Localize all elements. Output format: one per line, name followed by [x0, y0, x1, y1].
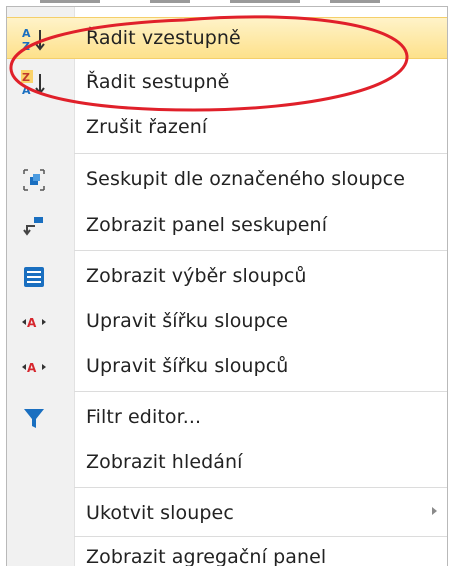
menu-item-label: Upravit šířku sloupců	[86, 355, 289, 377]
menu-separator	[74, 487, 447, 488]
svg-text:A: A	[27, 361, 37, 375]
filter-icon	[21, 405, 47, 431]
menu-item-filter-editor[interactable]: Filtr editor...	[7, 397, 447, 439]
menu-item-column-chooser[interactable]: Zobrazit výběr sloupců	[7, 256, 447, 298]
svg-text:Z: Z	[22, 40, 30, 52]
best-fit-columns-icon: A	[21, 354, 47, 380]
screen: A Z Řadit vzestupně Z A Řadit sestupně Z…	[0, 0, 457, 566]
menu-item-label: Filtr editor...	[86, 406, 202, 428]
menu-item-best-fit-column[interactable]: A Upravit šířku sloupce	[7, 301, 447, 343]
menu-item-show-group-panel[interactable]: Zobrazit panel seskupení	[7, 205, 447, 247]
menu-item-clear-sort[interactable]: Zrušit řazení	[7, 107, 447, 149]
column-chooser-icon	[21, 264, 47, 290]
svg-text:Z: Z	[22, 71, 30, 84]
svg-text:A: A	[22, 84, 31, 96]
group-panel-icon	[21, 213, 47, 239]
menu-item-group-by-column[interactable]: Seskupit dle označeného sloupce	[7, 159, 447, 201]
menu-item-label: Zobrazit výběr sloupců	[86, 265, 307, 287]
context-menu: A Z Řadit vzestupně Z A Řadit sestupně Z…	[6, 6, 448, 566]
menu-item-label: Ukotvit sloupec	[86, 502, 234, 524]
menu-item-label: Zobrazit panel seskupení	[86, 214, 328, 236]
svg-text:A: A	[22, 27, 31, 40]
menu-item-label: Zrušit řazení	[86, 116, 208, 138]
menu-item-pin-column[interactable]: Ukotvit sloupec	[7, 493, 447, 535]
group-by-column-icon	[21, 167, 47, 193]
menu-item-label: Zobrazit hledání	[86, 451, 243, 473]
submenu-arrow-icon	[432, 507, 437, 515]
menu-item-sort-descending[interactable]: Z A Řadit sestupně	[7, 62, 447, 104]
menu-separator	[74, 250, 447, 251]
menu-item-label: Seskupit dle označeného sloupce	[86, 168, 406, 190]
menu-separator	[74, 153, 447, 154]
menu-item-best-fit-columns[interactable]: A Upravit šířku sloupců	[7, 346, 447, 388]
menu-item-label: Upravit šířku sloupce	[86, 310, 289, 332]
menu-item-sort-ascending[interactable]: A Z Řadit vzestupně	[7, 17, 447, 59]
menu-item-label: Řadit vzestupně	[86, 27, 241, 49]
menu-item-show-search[interactable]: Zobrazit hledání	[7, 442, 447, 484]
best-fit-column-icon: A	[21, 309, 47, 335]
menu-item-show-aggregate-panel[interactable]: Zobrazit agregační panel	[7, 537, 447, 566]
menu-separator	[74, 391, 447, 392]
menu-item-label: Řadit sestupně	[86, 71, 230, 93]
sort-ascending-icon: A Z	[21, 26, 47, 52]
svg-text:A: A	[27, 316, 37, 330]
sort-descending-icon: Z A	[21, 70, 47, 96]
menu-item-label: Zobrazit agregační panel	[86, 546, 327, 566]
